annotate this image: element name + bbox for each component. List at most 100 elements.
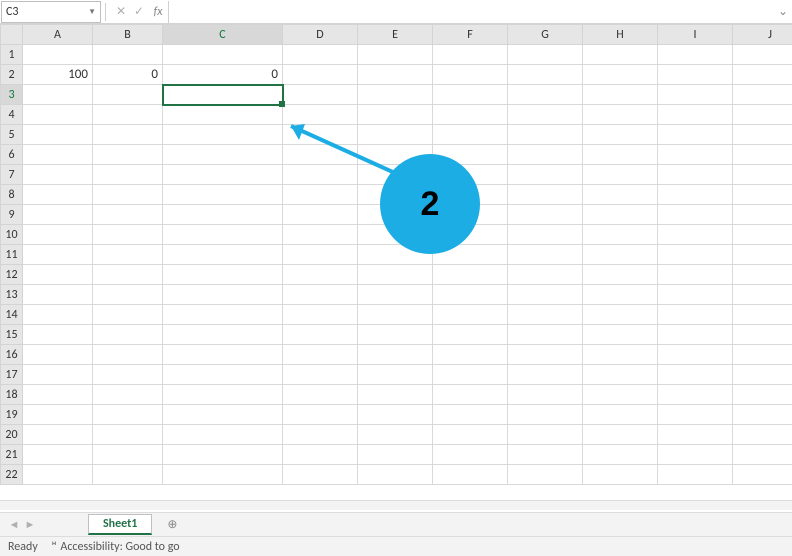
cell-F14[interactable] [433,305,508,325]
cell-A11[interactable] [23,245,93,265]
cell-D22[interactable] [283,465,358,485]
cell-C19[interactable] [163,405,283,425]
cell-E5[interactable] [358,125,433,145]
cell-C21[interactable] [163,445,283,465]
cell-G12[interactable] [508,265,583,285]
cell-I13[interactable] [658,285,733,305]
cell-H16[interactable] [583,345,658,365]
cell-H14[interactable] [583,305,658,325]
cell-C22[interactable] [163,465,283,485]
cell-I12[interactable] [658,265,733,285]
cell-H17[interactable] [583,365,658,385]
cell-H7[interactable] [583,165,658,185]
cell-C20[interactable] [163,425,283,445]
cell-I11[interactable] [658,245,733,265]
cell-H2[interactable] [583,65,658,85]
cell-I18[interactable] [658,385,733,405]
cell-H6[interactable] [583,145,658,165]
cell-B22[interactable] [93,465,163,485]
cell-A6[interactable] [23,145,93,165]
cell-D15[interactable] [283,325,358,345]
cell-H13[interactable] [583,285,658,305]
row-header-4[interactable]: 4 [1,105,23,125]
cell-I1[interactable] [658,45,733,65]
formula-input[interactable] [168,1,774,23]
cell-J16[interactable] [733,345,792,365]
cell-G4[interactable] [508,105,583,125]
cell-J1[interactable] [733,45,792,65]
cell-B14[interactable] [93,305,163,325]
row-header-20[interactable]: 20 [1,425,23,445]
cell-B19[interactable] [93,405,163,425]
cell-J9[interactable] [733,205,792,225]
cell-A12[interactable] [23,265,93,285]
cell-D14[interactable] [283,305,358,325]
cell-D3[interactable] [283,85,358,105]
cell-E19[interactable] [358,405,433,425]
cell-D8[interactable] [283,185,358,205]
chevron-down-icon[interactable]: ▼ [88,7,96,17]
cell-E15[interactable] [358,325,433,345]
cell-H1[interactable] [583,45,658,65]
cell-A15[interactable] [23,325,93,345]
cell-C15[interactable] [163,325,283,345]
cell-J21[interactable] [733,445,792,465]
cell-G16[interactable] [508,345,583,365]
cell-J13[interactable] [733,285,792,305]
cell-A20[interactable] [23,425,93,445]
row-header-8[interactable]: 8 [1,185,23,205]
row-header-19[interactable]: 19 [1,405,23,425]
cell-A22[interactable] [23,465,93,485]
row-header-17[interactable]: 17 [1,365,23,385]
cell-A21[interactable] [23,445,93,465]
cell-A1[interactable] [23,45,93,65]
cell-G13[interactable] [508,285,583,305]
cell-B1[interactable] [93,45,163,65]
row-header-22[interactable]: 22 [1,465,23,485]
cell-I21[interactable] [658,445,733,465]
cell-A13[interactable] [23,285,93,305]
cell-C9[interactable] [163,205,283,225]
cell-E18[interactable] [358,385,433,405]
cell-H9[interactable] [583,205,658,225]
cell-I19[interactable] [658,405,733,425]
cell-C17[interactable] [163,365,283,385]
cell-G1[interactable] [508,45,583,65]
cell-B8[interactable] [93,185,163,205]
cell-J11[interactable] [733,245,792,265]
cell-G17[interactable] [508,365,583,385]
cell-F2[interactable] [433,65,508,85]
cell-D17[interactable] [283,365,358,385]
cell-I8[interactable] [658,185,733,205]
column-header-H[interactable]: H [583,25,658,45]
cell-J8[interactable] [733,185,792,205]
cell-A8[interactable] [23,185,93,205]
cell-I5[interactable] [658,125,733,145]
cell-A18[interactable] [23,385,93,405]
cell-I20[interactable] [658,425,733,445]
row-header-6[interactable]: 6 [1,145,23,165]
spreadsheet-grid[interactable]: ABCDEFGHIJ 12100003456789101112131415161… [0,24,792,485]
cell-F3[interactable] [433,85,508,105]
cell-G14[interactable] [508,305,583,325]
cell-H21[interactable] [583,445,658,465]
column-header-I[interactable]: I [658,25,733,45]
cell-G7[interactable] [508,165,583,185]
cell-I4[interactable] [658,105,733,125]
cell-F12[interactable] [433,265,508,285]
cell-J5[interactable] [733,125,792,145]
column-header-C[interactable]: C [163,25,283,45]
cell-D18[interactable] [283,385,358,405]
cell-C2[interactable]: 0 [163,65,283,85]
column-header-B[interactable]: B [93,25,163,45]
cell-A16[interactable] [23,345,93,365]
cell-D7[interactable] [283,165,358,185]
cell-D13[interactable] [283,285,358,305]
cell-G6[interactable] [508,145,583,165]
cell-F17[interactable] [433,365,508,385]
cell-E17[interactable] [358,365,433,385]
cell-B10[interactable] [93,225,163,245]
row-header-7[interactable]: 7 [1,165,23,185]
cell-H5[interactable] [583,125,658,145]
cell-D16[interactable] [283,345,358,365]
